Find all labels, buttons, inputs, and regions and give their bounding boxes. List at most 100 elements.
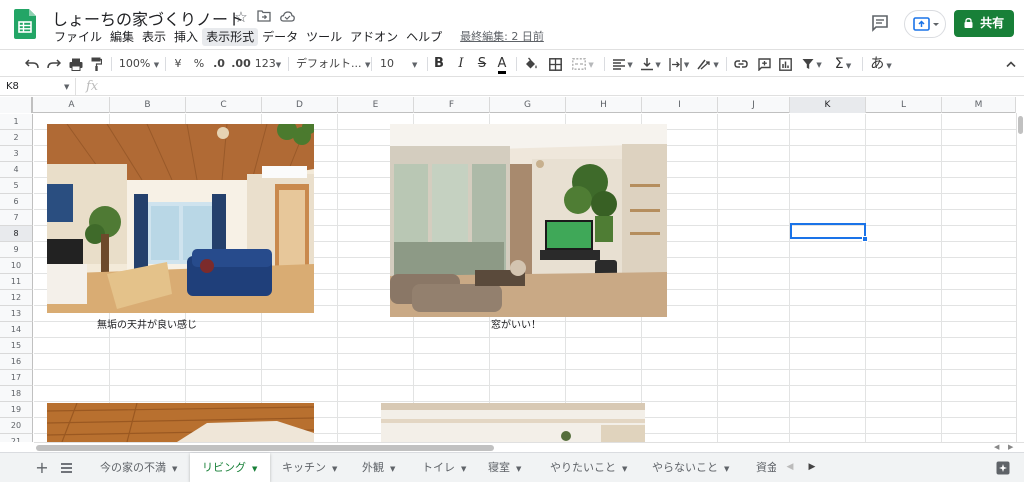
filter-icon[interactable]: ▼ — [797, 50, 827, 78]
functions-button[interactable]: Σ ▼ — [830, 50, 856, 78]
caption-cell[interactable]: 窓がいい！ — [491, 316, 541, 331]
column-header[interactable]: F — [414, 97, 490, 113]
horizontal-scrollbar[interactable]: ◀ ▶ — [34, 442, 1024, 452]
menu-file[interactable]: ファイル — [50, 28, 106, 46]
comment-icon[interactable] — [868, 12, 892, 34]
share-button[interactable]: 共有 — [954, 10, 1014, 37]
all-sheets-icon[interactable] — [58, 453, 74, 482]
row-header[interactable]: 9 — [0, 242, 33, 258]
caption-cell[interactable]: 無垢の天井が良い感じ — [97, 316, 197, 331]
row-header[interactable]: 4 — [0, 162, 33, 178]
paint-format-icon[interactable] — [86, 50, 106, 78]
scroll-tabs-right-icon[interactable]: ▶ — [802, 453, 822, 482]
menu-data[interactable]: データ — [258, 28, 302, 46]
column-header[interactable]: D — [262, 97, 338, 113]
row-header[interactable]: 18 — [0, 386, 33, 402]
row-header[interactable]: 13 — [0, 306, 33, 322]
fill-handle[interactable] — [862, 236, 868, 242]
insert-comment-icon[interactable] — [755, 50, 773, 78]
bold-button[interactable]: B — [431, 50, 447, 78]
sheet-tab[interactable]: やらないこと ▼ — [640, 453, 744, 482]
column-header-selected[interactable]: K — [790, 97, 866, 113]
add-sheet-icon[interactable]: + — [34, 453, 50, 482]
decrease-decimal-button[interactable]: .0 — [210, 50, 228, 78]
star-icon[interactable]: ☆ — [232, 8, 250, 26]
sheet-tab[interactable]: 資金 — [746, 453, 776, 482]
menu-view[interactable]: 表示 — [138, 28, 170, 46]
room-photo-bright-ceiling[interactable] — [381, 403, 645, 442]
room-photo-wood-ceiling-2[interactable] — [47, 403, 314, 442]
merge-icon[interactable]: ▼ — [568, 50, 598, 78]
column-header[interactable]: M — [942, 97, 1016, 113]
increase-decimal-button[interactable]: .00 — [231, 50, 251, 78]
horizontal-scrollbar-thumb[interactable] — [36, 445, 494, 451]
menu-insert[interactable]: 挿入 — [170, 28, 202, 46]
row-header-selected[interactable]: 8 — [0, 226, 33, 242]
row-header[interactable]: 5 — [0, 178, 33, 194]
collapse-icon[interactable] — [1002, 50, 1020, 78]
row-header[interactable]: 3 — [0, 146, 33, 162]
scroll-tabs-left-icon[interactable]: ◀ — [780, 453, 800, 482]
row-header[interactable]: 2 — [0, 130, 33, 146]
sheet-tab[interactable]: やりたいこと ▼ — [538, 453, 638, 482]
select-all-corner[interactable] — [0, 97, 33, 113]
strikethrough-button[interactable]: S — [474, 50, 490, 78]
column-header[interactable]: B — [110, 97, 186, 113]
column-header[interactable]: A — [34, 97, 110, 113]
row-header[interactable]: 16 — [0, 354, 33, 370]
font-family-select[interactable]: デフォルト... ▼ — [296, 50, 370, 78]
number-format-select[interactable]: 123▼ — [254, 50, 282, 78]
vertical-scrollbar[interactable] — [1016, 113, 1024, 442]
column-header[interactable]: L — [866, 97, 942, 113]
align-icon[interactable]: ▼ — [610, 50, 636, 78]
sheet-tab[interactable]: トイレ ▼ — [412, 453, 476, 482]
row-header[interactable]: 10 — [0, 258, 33, 274]
living-room-photo-wood-ceiling[interactable] — [47, 124, 314, 313]
input-tools-button[interactable]: あ ▼ — [866, 50, 896, 78]
undo-icon[interactable] — [22, 50, 42, 78]
selected-cell-k8[interactable] — [790, 223, 866, 239]
chevron-down-icon[interactable]: ▼ — [64, 78, 69, 96]
italic-button[interactable]: I — [453, 50, 469, 78]
font-size-select[interactable]: 10 ▼ — [380, 50, 424, 78]
row-header[interactable]: 15 — [0, 338, 33, 354]
cloud-status-icon[interactable] — [278, 8, 296, 26]
column-header[interactable]: J — [718, 97, 790, 113]
sheets-logo-icon[interactable] — [14, 9, 36, 39]
sheet-tab[interactable]: キッチン ▼ — [272, 453, 352, 482]
column-header[interactable]: H — [566, 97, 642, 113]
scroll-right-arrow-icon[interactable]: ▶ — [1008, 443, 1013, 452]
menu-format[interactable]: 表示形式 — [202, 28, 259, 46]
present-button[interactable] — [904, 10, 946, 38]
rotate-icon[interactable]: ▼ — [695, 50, 721, 78]
column-header[interactable]: C — [186, 97, 262, 113]
print-icon[interactable] — [66, 50, 86, 78]
wrap-icon[interactable]: ▼ — [666, 50, 692, 78]
document-title[interactable]: しょーちの家づくりノート — [52, 6, 244, 30]
percent-format-button[interactable]: % — [191, 50, 207, 78]
fill-color-icon[interactable] — [522, 50, 540, 78]
text-color-button[interactable]: A — [494, 50, 510, 78]
sheet-tab-active[interactable]: リビング ▼ — [190, 453, 270, 482]
zoom-select[interactable]: 100% ▼ — [116, 50, 162, 78]
menu-edit[interactable]: 編集 — [106, 28, 138, 46]
row-header[interactable]: 20 — [0, 418, 33, 434]
living-room-photo-windows[interactable] — [390, 124, 667, 317]
menu-help[interactable]: ヘルプ — [402, 28, 446, 46]
move-folder-icon[interactable] — [255, 8, 273, 26]
explore-icon[interactable] — [992, 453, 1014, 482]
row-header[interactable]: 1 — [0, 114, 33, 130]
sheet-tab[interactable]: 外観 ▼ — [354, 453, 410, 482]
scroll-left-arrow-icon[interactable]: ◀ — [994, 443, 999, 452]
borders-icon[interactable] — [546, 50, 564, 78]
menu-tools[interactable]: ツール — [302, 28, 346, 46]
currency-format-button[interactable]: ¥ — [170, 50, 186, 78]
valign-icon[interactable]: ▼ — [638, 50, 664, 78]
column-header[interactable]: E — [338, 97, 414, 113]
row-header[interactable]: 7 — [0, 210, 33, 226]
row-header[interactable]: 21 — [0, 434, 33, 442]
sheet-tab[interactable]: 寝室 ▼ — [478, 453, 536, 482]
spreadsheet-grid[interactable]: A B C D E F G H I J K L M 1 2 3 4 5 6 7 … — [0, 97, 1016, 442]
last-edit-link[interactable]: 最終編集: 2 日前 — [460, 28, 544, 46]
column-header[interactable]: G — [490, 97, 566, 113]
